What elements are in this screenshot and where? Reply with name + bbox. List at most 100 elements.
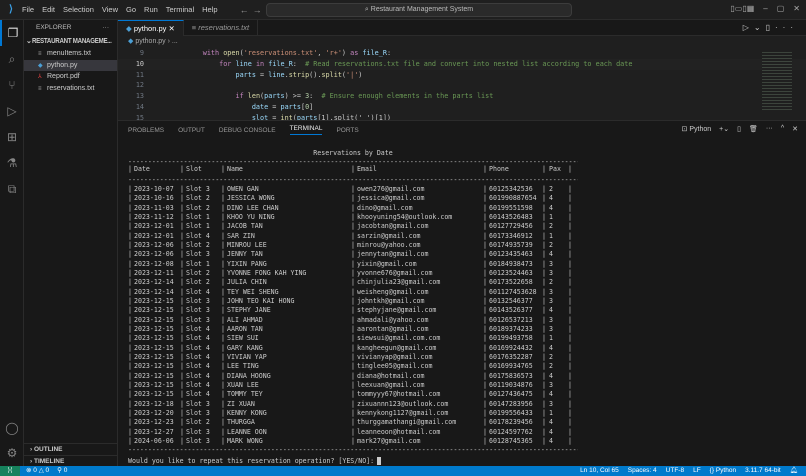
table-cell: 60169924432 [489, 344, 533, 353]
ports-status[interactable]: ⚲ 0 [57, 466, 67, 476]
tab-output[interactable]: OUTPUT [178, 127, 205, 134]
menu-go[interactable]: Go [126, 5, 136, 14]
file-reservations[interactable]: ≡reservations.txt [24, 83, 117, 95]
column-separator: | [221, 353, 225, 362]
column-separator: | [180, 278, 184, 287]
eol[interactable]: LF [693, 466, 701, 476]
code-token: : [309, 92, 321, 100]
menu-selection[interactable]: Selection [63, 5, 94, 14]
maximize-panel-icon[interactable]: ^ [781, 125, 784, 133]
table-cell: DINO LEE CHAN [227, 204, 279, 213]
code-line[interactable]: 11 parts = line.strip().split('|') [118, 70, 806, 81]
column-separator: | [568, 222, 572, 231]
table-cell: 60147283956 [489, 400, 533, 409]
column-separator: | [351, 334, 355, 343]
tab-python-py[interactable]: ◆ python.py ✕ [118, 20, 184, 36]
file-python[interactable]: ◆python.py [24, 60, 117, 72]
menu-terminal[interactable]: Terminal [166, 5, 194, 14]
column-separator: | [221, 390, 225, 399]
folder-root[interactable]: ⌄RESTAURANT MANAGEME... [24, 36, 117, 48]
code-token: ) [342, 49, 350, 57]
menu-edit[interactable]: Edit [42, 5, 55, 14]
code-line[interactable]: 13 if len(parts) >= 3: # Ensure enough e… [118, 91, 806, 102]
terminal-shell[interactable]: ⊡ Python [682, 125, 712, 133]
close-button[interactable]: ✕ [793, 4, 800, 13]
table-cell: owen276@gmail.com [357, 185, 425, 194]
explorer-icon[interactable]: ❐ [0, 20, 24, 46]
outline-section[interactable]: › OUTLINE [24, 443, 118, 455]
interpreter[interactable]: 3.11.7 64-bit [745, 466, 781, 476]
code-line[interactable]: 9 with open('reservations.txt', 'r+') as… [118, 48, 806, 59]
table-cell: Slot 3 [186, 185, 210, 194]
column-separator: | [483, 390, 487, 399]
table-cell: JACOB TAN [227, 222, 263, 231]
remote-explorer-icon[interactable]: ⧉ [0, 176, 24, 202]
table-row: |||||||2023-12-01Slot 4SAR ZINsarzin@gma… [128, 232, 578, 241]
code-line[interactable]: 12 [118, 80, 806, 91]
menu-file[interactable]: File [22, 5, 34, 14]
indentation[interactable]: Spaces: 4 [628, 466, 657, 476]
table-cell: 60178239456 [489, 418, 533, 427]
code-line[interactable]: 15 slot = int(parts[1].split(' ')[1]) [118, 113, 806, 120]
menu-run[interactable]: Run [144, 5, 158, 14]
notifications-icon[interactable]: 🔔︎ [790, 466, 798, 476]
account-icon[interactable]: ◯ [0, 415, 24, 441]
table-cell: khooyuning54@outlook.com [357, 213, 452, 222]
terminal-prompt[interactable]: Would you like to repeat this reservatio… [128, 457, 381, 465]
extensions-icon[interactable]: ⊞ [0, 124, 24, 150]
minimap[interactable] [762, 50, 792, 110]
column-separator: | [221, 428, 225, 437]
command-center-search[interactable]: ⌕ Restaurant Management System [266, 3, 572, 17]
table-row: |||||||2023-12-27Slot 3LEANNE OONleanneo… [128, 428, 578, 437]
tab-problems[interactable]: PROBLEMS [128, 127, 164, 134]
layout-toggle-icon[interactable]: ▯▭▯▦ [730, 4, 754, 13]
split-icon[interactable]: ▯ [737, 125, 741, 133]
code-token: (). [309, 71, 321, 79]
run-debug-icon[interactable]: ▷ [0, 98, 24, 124]
encoding[interactable]: UTF-8 [666, 466, 684, 476]
cursor-position[interactable]: Ln 10, Col 65 [580, 466, 619, 476]
tab-terminal[interactable]: TERMINAL [290, 125, 323, 135]
search-icon[interactable]: ⌕ [0, 46, 24, 72]
menu-view[interactable]: View [102, 5, 118, 14]
run-icon[interactable]: ▷⌄▯··· [743, 23, 798, 32]
menu-help[interactable]: Help [202, 5, 217, 14]
outline-label: OUTLINE [34, 446, 63, 453]
tab-debug-console[interactable]: DEBUG CONSOLE [219, 127, 276, 134]
source-control-icon[interactable]: ⑂ [0, 72, 24, 98]
tab-reservations-txt[interactable]: ≡ reservations.txt [184, 20, 258, 36]
trash-icon[interactable]: 🗑 [749, 125, 758, 133]
language-mode[interactable]: {} Python [710, 466, 736, 476]
minimize-button[interactable]: – [763, 4, 767, 13]
more-icon[interactable]: ··· [103, 20, 110, 36]
table-cell: 1 [549, 213, 553, 222]
file-report[interactable]: ⅄Report.pdf [24, 71, 117, 83]
tab-ports[interactable]: PORTS [336, 127, 358, 134]
table-cell: Slot 2 [186, 241, 210, 250]
code-token: parts [281, 103, 301, 111]
column-separator: | [351, 204, 355, 213]
code-line[interactable]: 14 date = parts[0] [118, 102, 806, 113]
table-cell: Slot 3 [186, 250, 210, 259]
nav-back-forward-icon[interactable]: ←→ [240, 5, 266, 15]
column-separator: | [351, 409, 355, 418]
maximize-button[interactable]: ▢ [777, 4, 785, 13]
close-panel-icon[interactable]: ✕ [792, 125, 798, 133]
problems-status[interactable]: ⊗ 0 △ 0 [26, 466, 49, 476]
close-icon[interactable]: ✕ [168, 24, 174, 33]
more-icon[interactable]: ··· [766, 125, 773, 133]
breadcrumb-file[interactable]: python.py [135, 38, 165, 45]
warning-count: 0 [46, 467, 50, 474]
testing-icon[interactable]: ⚗ [0, 150, 24, 176]
new-terminal-icon[interactable]: +⌄ [719, 125, 729, 133]
remote-icon[interactable]: ⟩⟨ [0, 466, 20, 476]
column-separator: | [221, 269, 225, 278]
table-cell: Slot 1 [186, 222, 210, 231]
file-menuitems[interactable]: ≡menuItems.txt [24, 48, 117, 60]
column-separator: | [351, 278, 355, 287]
code-editor[interactable]: 9 with open('reservations.txt', 'r+') as… [118, 48, 806, 120]
table-row: |||||||2023-12-01Slot 1JACOB TANjacobtan… [128, 222, 578, 231]
code-line[interactable]: 10 for line in file_R: # Read reservatio… [118, 59, 806, 70]
search-label: Restaurant Management System [371, 6, 473, 13]
gear-icon[interactable]: ⚙ [0, 440, 24, 466]
